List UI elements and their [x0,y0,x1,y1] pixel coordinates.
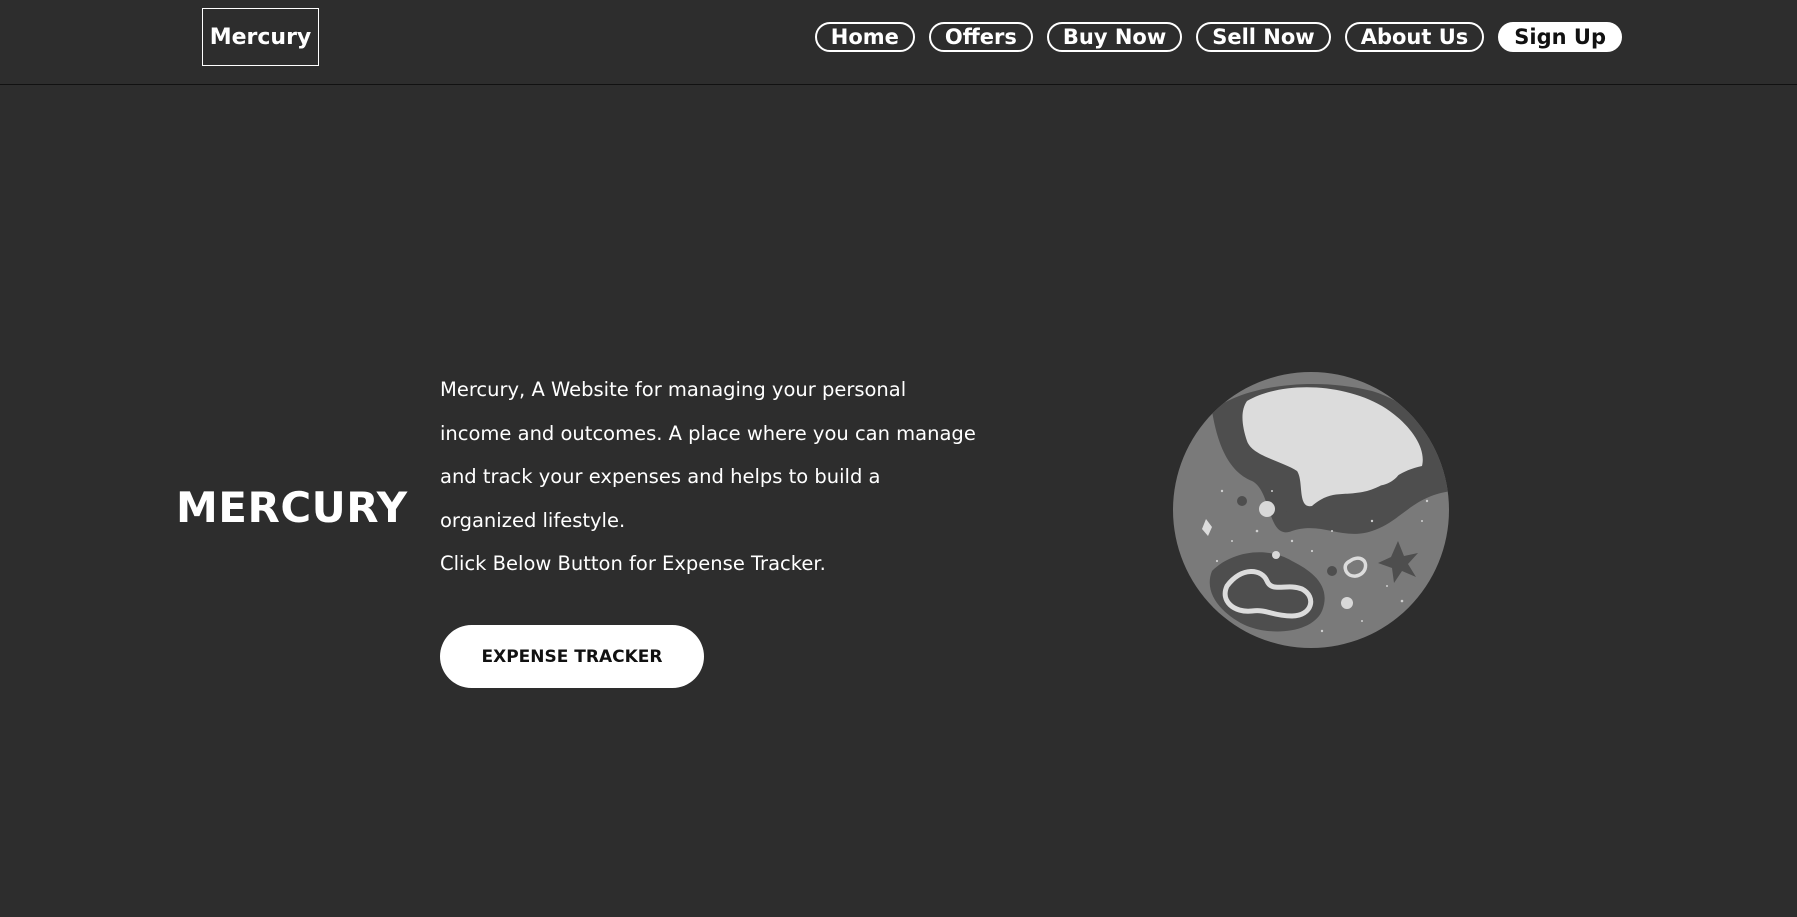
nav-about-us-button[interactable]: About Us [1344,22,1485,52]
nav-sign-up-button[interactable]: Sign Up [1498,22,1622,52]
nav-buy-now-button[interactable]: Buy Now [1046,22,1183,52]
hero-description-block: Mercury, A Website for managing your per… [440,368,980,586]
hero-instruction: Click Below Button for Expense Tracker. [440,552,826,575]
site-logo[interactable]: Mercury [202,8,319,66]
nav-home-button[interactable]: Home [814,22,915,52]
hero-title: MERCURY [176,483,408,532]
landing-page: Mercury Home Offers Buy Now Sell Now Abo… [0,0,1797,917]
top-navbar: Mercury Home Offers Buy Now Sell Now Abo… [0,0,1797,85]
mercury-planet-icon [1173,372,1449,648]
main-nav: Home Offers Buy Now Sell Now About Us Si… [814,22,1622,52]
nav-sell-now-button[interactable]: Sell Now [1196,22,1331,52]
nav-offers-button[interactable]: Offers [928,22,1033,52]
expense-tracker-button[interactable]: EXPENSE TRACKER [440,625,704,688]
hero-description: Mercury, A Website for managing your per… [440,378,976,532]
